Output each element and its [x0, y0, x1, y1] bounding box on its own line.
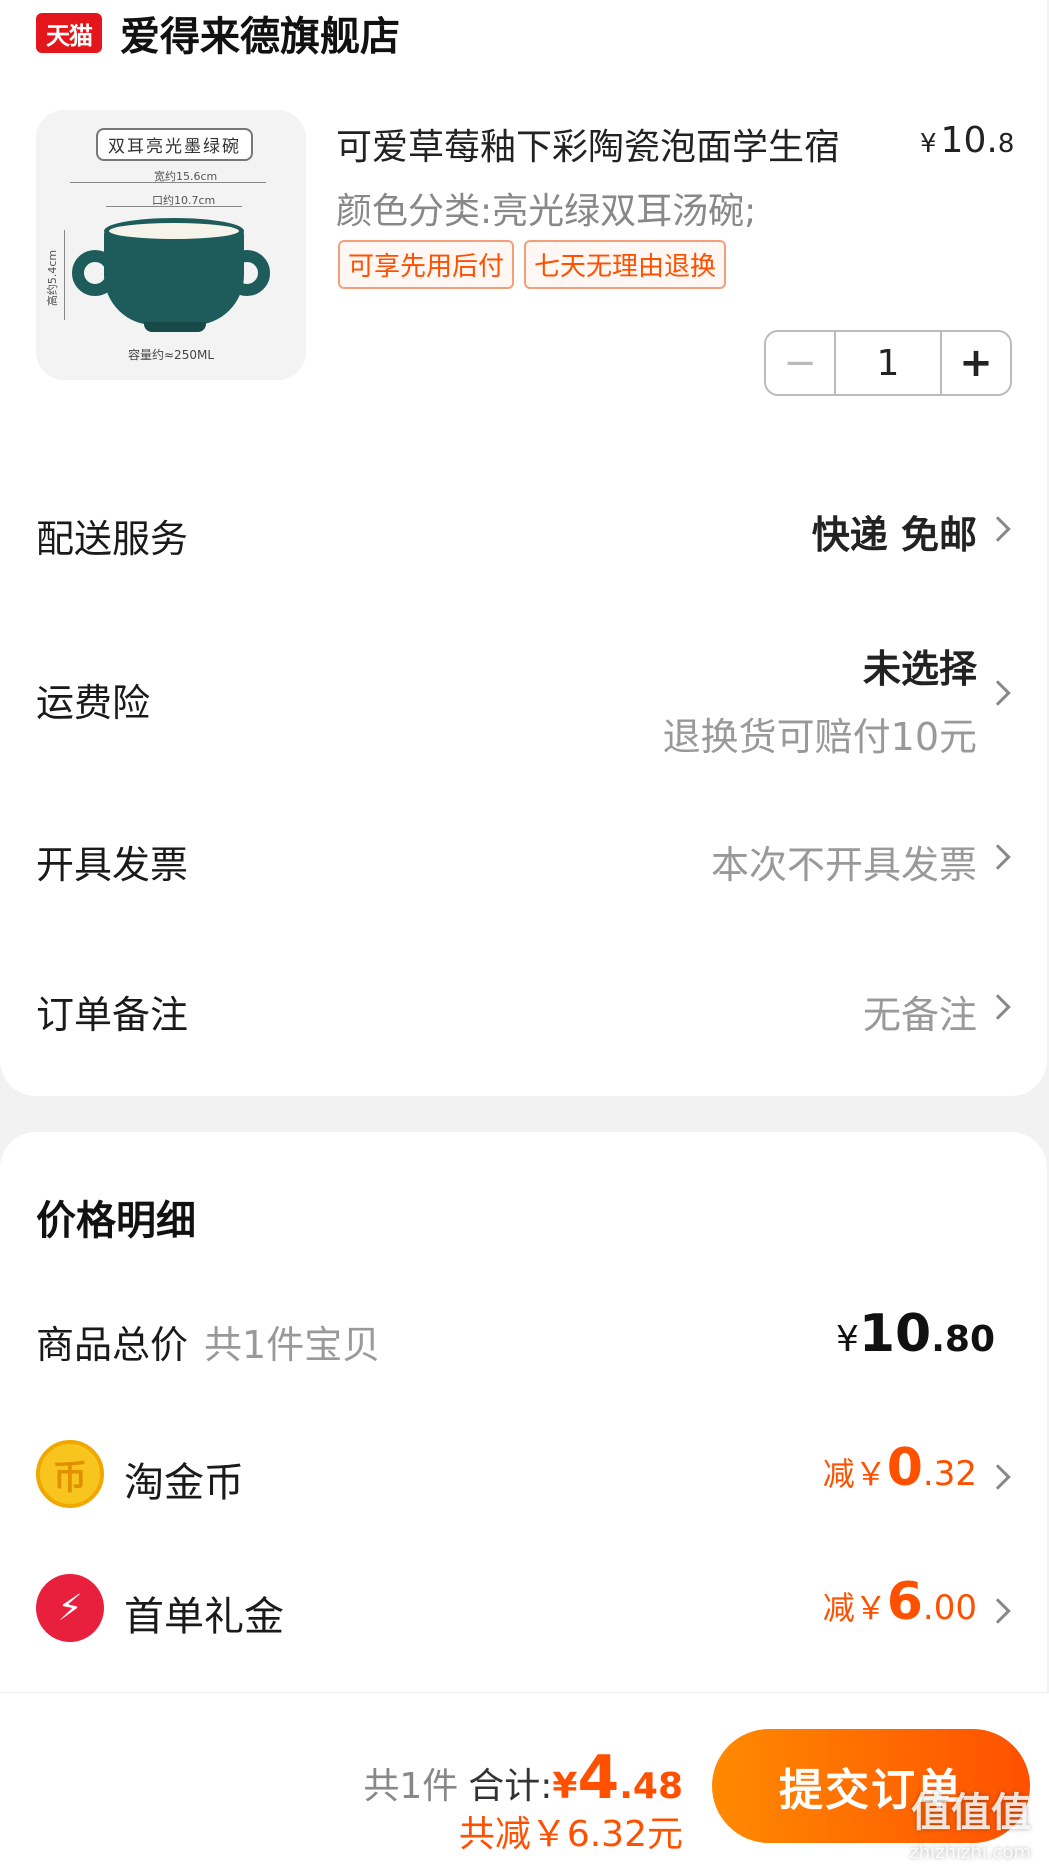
product-price-currency: ¥ — [920, 129, 937, 159]
tag-pay-later: 可享先用后付 — [338, 240, 515, 289]
goods-total-label: 商品总价 共1件宝贝 — [36, 1314, 380, 1369]
increase-quantity-button[interactable]: + — [940, 332, 1010, 394]
watermark-text: 值值值 — [911, 1790, 1031, 1836]
insurance-value[interactable]: 未选择 — [863, 638, 977, 693]
first-order-discount-int: 6 — [886, 1572, 923, 1632]
watermark: 值值值 zhizhizhi.com — [909, 1780, 1031, 1863]
price-detail-title: 价格明细 — [36, 1198, 196, 1244]
delivery-value[interactable]: 快递 免邮 — [812, 504, 977, 559]
product-price: ¥10.8 — [920, 120, 1014, 161]
bowl-rim — [104, 218, 244, 244]
total-amount: ¥4.48 — [552, 1743, 683, 1813]
tmall-logo-icon: 天猫 — [36, 13, 102, 53]
quantity-value[interactable]: 1 — [836, 332, 940, 394]
invoice-value[interactable]: 本次不开具发票 — [711, 834, 977, 889]
lightning-icon: ⚡ — [36, 1574, 104, 1642]
coins-discount-dec: .32 — [922, 1454, 977, 1494]
goods-total-dec: .80 — [931, 1319, 995, 1360]
delivery-label: 配送服务 — [36, 517, 189, 561]
delivery-chevron-icon[interactable] — [985, 516, 1011, 542]
goods-total-int: 10 — [858, 1304, 932, 1364]
goods-total-amount: ¥10.80 — [836, 1304, 995, 1364]
order-card: 天猫 爱得来德旗舰店 双耳亮光墨绿碗 宽约15.6cm 口约10.7cm 高约5… — [0, 0, 1047, 1096]
remark-chevron-icon[interactable] — [985, 994, 1011, 1020]
coins-discount[interactable]: 减￥0.32 — [823, 1438, 977, 1498]
coins-discount-int: 0 — [886, 1438, 923, 1498]
first-order-discount-prefix: 减￥ — [822, 1589, 887, 1627]
quantity-stepper: − 1 + — [764, 330, 1012, 396]
product-price-dec: 8 — [997, 129, 1015, 159]
first-order-chevron-icon[interactable] — [985, 1598, 1011, 1624]
watermark-url: zhizhizhi.com — [909, 1842, 1031, 1863]
mouth-dimension-label: 口约10.7cm — [152, 194, 216, 207]
total-saved: 共减￥6.32元 — [458, 1814, 683, 1855]
height-dimension-line — [64, 230, 65, 320]
width-dimension-label: 宽约15.6cm — [154, 170, 218, 183]
order-summary: 共1件 合计:¥4.48 — [363, 1743, 683, 1813]
product-title[interactable]: 可爱草莓釉下彩陶瓷泡面学生宿 — [336, 118, 916, 170]
goods-count: 共1件宝贝 — [204, 1323, 381, 1367]
total-int: 4 — [577, 1743, 620, 1813]
first-order-discount[interactable]: 减￥6.00 — [823, 1572, 977, 1632]
store-name[interactable]: 爱得来德旗舰店 — [120, 4, 400, 62]
height-dimension-label: 高约5.4cm — [46, 249, 60, 307]
product-price-int: 10. — [940, 120, 998, 161]
bowl-base — [144, 322, 206, 332]
item-count: 共1件 — [363, 1766, 459, 1807]
first-order-label: 首单礼金 — [124, 1594, 284, 1640]
insurance-chevron-icon[interactable] — [985, 680, 1011, 706]
total-dec: .48 — [619, 1766, 683, 1807]
store-header[interactable]: 天猫 爱得来德旗舰店 — [36, 8, 400, 60]
goods-total-currency: ¥ — [835, 1319, 859, 1360]
tag-free-return: 七天无理由退换 — [524, 240, 727, 289]
first-order-discount-dec: .00 — [922, 1588, 977, 1628]
coins-chevron-icon[interactable] — [985, 1464, 1011, 1490]
remark-value[interactable]: 无备注 — [863, 984, 977, 1039]
goods-total-text: 商品总价 — [36, 1323, 189, 1367]
invoice-label: 开具发票 — [36, 843, 189, 887]
decrease-quantity-button[interactable]: − — [766, 332, 836, 394]
capacity-label: 容量约≈250ML — [128, 348, 214, 362]
insurance-sub: 退换货可赔付10元 — [662, 715, 977, 759]
invoice-chevron-icon[interactable] — [985, 844, 1011, 870]
product-image-tag: 双耳亮光墨绿碗 — [96, 128, 253, 161]
remark-label: 订单备注 — [36, 993, 189, 1037]
total-label: 合计: — [468, 1766, 553, 1807]
price-detail-card: 价格明细 商品总价 共1件宝贝 ¥10.80 币 淘金币 减￥0.32 ⚡ 首单礼… — [0, 1132, 1047, 1732]
service-tags: 可享先用后付 七天无理由退换 — [338, 240, 727, 289]
insurance-label: 运费险 — [36, 681, 151, 725]
checkout-bar: 共1件 合计:¥4.48 共减￥6.32元 提交订单 — [0, 1692, 1049, 1875]
product-image[interactable]: 双耳亮光墨绿碗 宽约15.6cm 口约10.7cm 高约5.4cm 容量约≈25… — [36, 110, 306, 380]
coins-discount-prefix: 减￥ — [822, 1455, 887, 1493]
coins-label: 淘金币 — [124, 1460, 244, 1506]
total-currency: ¥ — [552, 1766, 578, 1807]
product-spec[interactable]: 颜色分类:亮光绿双耳汤碗; — [336, 182, 756, 234]
coin-icon: 币 — [36, 1440, 104, 1508]
